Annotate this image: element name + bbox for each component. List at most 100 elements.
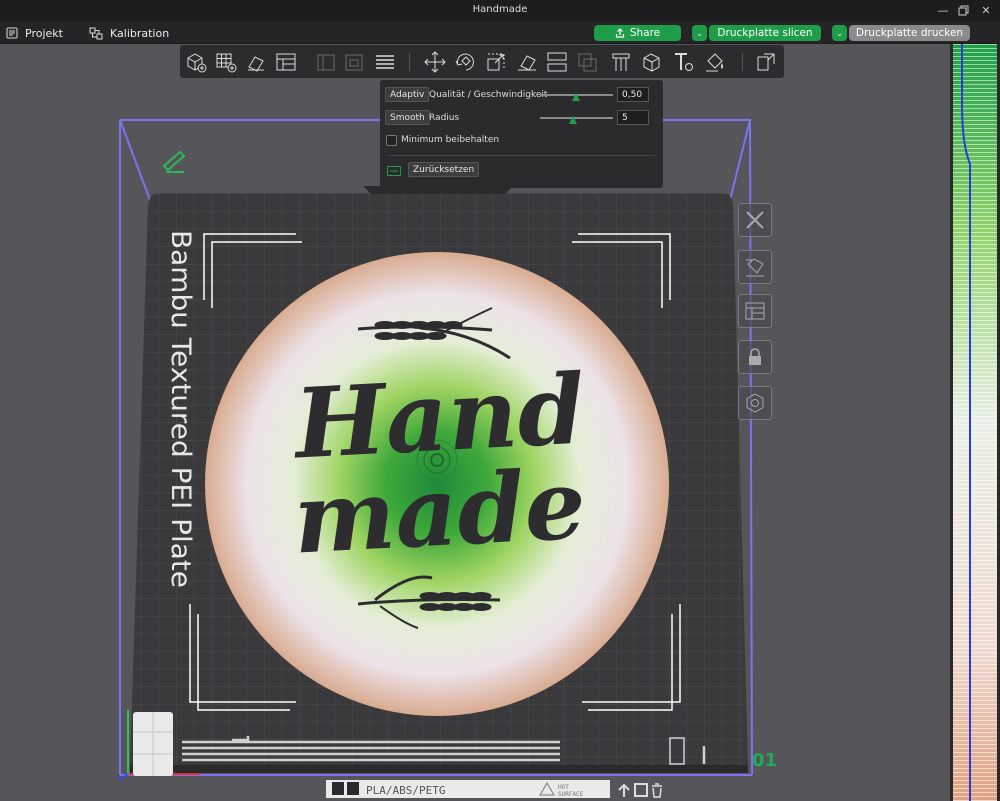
color-painting-tool[interactable] bbox=[702, 50, 727, 74]
pencil-marker-icon bbox=[162, 150, 186, 173]
radius-value-field[interactable]: 5 bbox=[617, 110, 649, 125]
quality-value-field[interactable]: 0,50 bbox=[617, 87, 649, 102]
seam-painting-tool[interactable] bbox=[639, 50, 664, 74]
plate-actions bbox=[618, 783, 662, 798]
calibration-icon bbox=[89, 27, 103, 39]
lay-flat-icon bbox=[517, 55, 536, 71]
chevron-down-icon: ⌄ bbox=[696, 28, 703, 38]
hot-surface-label-2: SURFACE bbox=[558, 791, 584, 798]
reset-button[interactable]: Zurücksetzen bbox=[408, 162, 480, 177]
grid-plus-icon bbox=[216, 53, 236, 73]
main-toolbar bbox=[180, 45, 784, 78]
assembly-icon bbox=[757, 53, 774, 71]
smooth-button[interactable]: Smooth bbox=[385, 110, 430, 125]
chevron-down-icon: ⌄ bbox=[836, 28, 843, 38]
upload-icon[interactable] bbox=[618, 783, 630, 797]
minimize-icon[interactable]: — bbox=[934, 2, 952, 18]
quality-slider-handle[interactable] bbox=[572, 93, 580, 101]
project-icon bbox=[6, 27, 18, 39]
assembly-view-tool[interactable] bbox=[753, 50, 778, 74]
print-dropdown-button[interactable]: ⌄ bbox=[832, 25, 847, 41]
toolbar-separator bbox=[409, 53, 410, 71]
move-tool[interactable] bbox=[422, 50, 447, 74]
auto-orient-tool[interactable] bbox=[243, 50, 268, 74]
menu-calibration[interactable]: Kalibration bbox=[89, 24, 169, 42]
bed-type-label: Bambu Textured PEI Plate bbox=[165, 230, 196, 588]
lock-icon bbox=[749, 348, 761, 365]
arrange-icon bbox=[745, 302, 765, 320]
slice-dropdown-button[interactable]: ⌄ bbox=[692, 25, 707, 41]
hot-surface-label-1: HOT bbox=[558, 784, 569, 791]
delete-plate-button[interactable] bbox=[738, 203, 772, 237]
arrange-tool[interactable] bbox=[273, 50, 298, 74]
keep-minimum-checkbox[interactable] bbox=[386, 135, 397, 146]
radius-slider-handle[interactable] bbox=[569, 116, 577, 124]
split-parts-tool[interactable] bbox=[341, 50, 366, 74]
arrange-icon bbox=[276, 53, 295, 71]
layer-height-panel[interactable] bbox=[950, 44, 1000, 801]
boolean-icon bbox=[578, 53, 596, 72]
filament-type-label: PLA/ABS/PETG bbox=[366, 784, 445, 797]
move-icon bbox=[423, 51, 446, 73]
split-parts-icon bbox=[345, 54, 362, 71]
text-shape-tool[interactable] bbox=[670, 50, 695, 74]
add-model-tool[interactable] bbox=[183, 50, 208, 74]
window-title: Handmade bbox=[472, 4, 528, 15]
menu-calibration-label: Kalibration bbox=[110, 26, 170, 40]
rotate-icon bbox=[455, 53, 474, 71]
plate-info-strip: PLA/ABS/PETG HOT SURFACE bbox=[326, 780, 610, 798]
slice-plate-label: Druckplatte slicen bbox=[717, 27, 813, 39]
cube-seam-icon bbox=[643, 53, 659, 72]
cut-icon bbox=[547, 52, 566, 72]
toolbar-separator bbox=[742, 53, 743, 71]
restore-icon[interactable] bbox=[954, 2, 972, 18]
scale-icon bbox=[487, 53, 504, 71]
paint-bucket-icon bbox=[705, 53, 723, 72]
adaptive-layer-height-popup: Adaptiv Qualität / Geschwindigkeit 0,50 … bbox=[380, 80, 663, 188]
print-plate-button[interactable]: Druckplatte drucken bbox=[849, 25, 970, 41]
support-painting-tool[interactable] bbox=[608, 50, 633, 74]
slice-plate-button[interactable]: Druckplatte slicen bbox=[709, 25, 821, 41]
plate-settings-button[interactable] bbox=[738, 386, 772, 420]
rotate-tool[interactable] bbox=[452, 50, 477, 74]
add-cube-icon bbox=[187, 53, 206, 73]
split-icon bbox=[317, 54, 334, 71]
menu-project[interactable]: Projekt bbox=[6, 24, 63, 42]
split-objects-tool[interactable] bbox=[313, 50, 338, 74]
share-button[interactable]: Share bbox=[594, 25, 681, 41]
plate-frame-icon[interactable] bbox=[634, 783, 648, 797]
close-icon[interactable]: ✕ bbox=[977, 2, 995, 18]
adaptive-button[interactable]: Adaptiv bbox=[385, 87, 430, 102]
share-label: Share bbox=[629, 27, 661, 39]
layers-icon bbox=[375, 55, 394, 69]
orient-icon bbox=[746, 258, 764, 277]
title-bar: Handmade — ✕ bbox=[0, 0, 1000, 21]
settings-icon bbox=[746, 393, 764, 413]
mesh-boolean-tool[interactable] bbox=[574, 50, 599, 74]
model-text-made: made bbox=[291, 447, 588, 575]
orient-plate-button[interactable] bbox=[738, 250, 772, 284]
radius-label: Radius bbox=[429, 113, 460, 123]
popup-divider bbox=[388, 155, 655, 156]
popup-pointer bbox=[363, 186, 513, 194]
print-plate-label: Druckplatte drucken bbox=[855, 27, 964, 39]
close-icon bbox=[746, 211, 764, 229]
support-icon bbox=[612, 53, 629, 71]
add-plate-tool[interactable] bbox=[213, 50, 238, 74]
scale-tool[interactable] bbox=[483, 50, 508, 74]
keep-minimum-label: Minimum beibehalten bbox=[401, 135, 500, 145]
share-icon bbox=[615, 28, 624, 38]
trash-icon[interactable] bbox=[652, 783, 662, 798]
arrange-plate-button[interactable] bbox=[738, 294, 772, 328]
view-cube[interactable] bbox=[133, 712, 173, 776]
orient-icon bbox=[247, 56, 264, 72]
lock-plate-button[interactable] bbox=[738, 340, 772, 374]
lay-on-face-tool[interactable] bbox=[514, 50, 539, 74]
cut-tool[interactable] bbox=[544, 50, 569, 74]
keyboard-icon bbox=[387, 166, 401, 176]
menu-project-label: Projekt bbox=[25, 26, 63, 40]
plate-number: 01 bbox=[752, 750, 777, 771]
variable-layer-height-tool[interactable] bbox=[372, 50, 397, 74]
text-tool-icon bbox=[674, 53, 693, 71]
quality-speed-label: Qualität / Geschwindigkeit bbox=[429, 90, 548, 100]
